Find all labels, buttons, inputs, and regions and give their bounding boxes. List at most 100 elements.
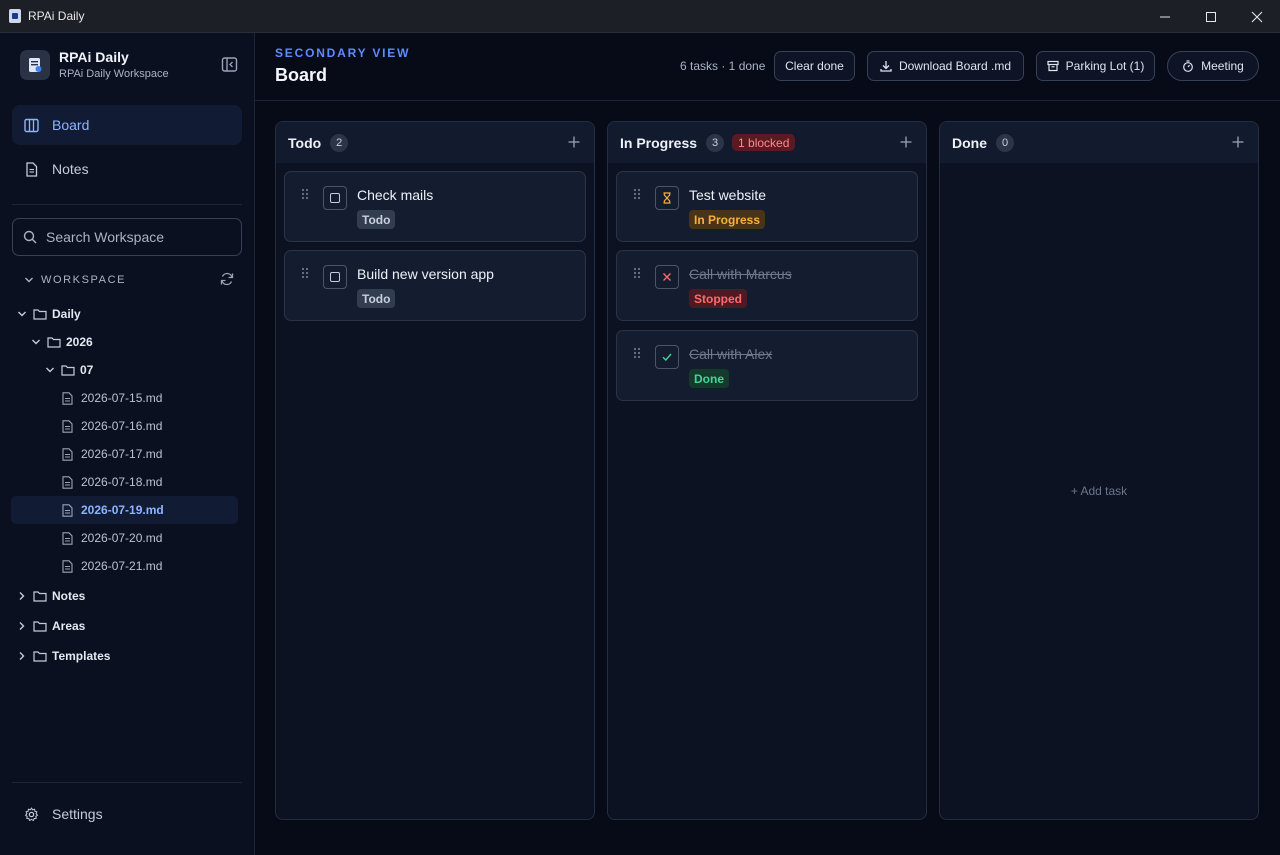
close-button[interactable]: [1234, 0, 1280, 33]
chevron-down-icon: [25, 277, 33, 283]
task-title: Test website: [689, 187, 767, 203]
tree-file[interactable]: 2026-07-17.md: [62, 441, 162, 467]
tree-folder-label: Daily: [52, 307, 81, 321]
task-card[interactable]: Call with Marcus Stopped: [616, 250, 918, 321]
tree-file[interactable]: 2026-07-20.md: [62, 525, 162, 551]
tree-file-label: 2026-07-18.md: [81, 475, 163, 489]
settings-button[interactable]: Settings: [24, 806, 103, 822]
chevron-right-icon: [19, 592, 25, 600]
chevron-down-icon: [46, 367, 54, 373]
plus-icon[interactable]: [568, 136, 580, 148]
tree-file[interactable]: 2026-07-16.md: [62, 413, 162, 439]
view-eyebrow: SECONDARY VIEW: [275, 46, 411, 60]
column-title: In Progress: [620, 134, 698, 151]
plus-icon[interactable]: [1232, 136, 1244, 148]
tree-file-label: 2026-07-21.md: [81, 559, 163, 573]
tree-folder-07[interactable]: 07: [45, 357, 93, 383]
task-checkbox[interactable]: [323, 186, 347, 210]
sidebar-divider: [12, 782, 242, 783]
parking-lot-button[interactable]: Parking Lot (1): [1036, 51, 1155, 81]
status-badge: Todo: [357, 210, 396, 229]
column-title: Todo: [288, 134, 322, 151]
task-checkbox[interactable]: [323, 265, 347, 289]
tree-file[interactable]: 2026-07-15.md: [62, 385, 162, 411]
search-input[interactable]: Search Workspace: [12, 218, 242, 256]
tree-file[interactable]: 2026-07-21.md: [62, 553, 162, 579]
brand-name: RPAi Daily: [59, 49, 129, 65]
window-titlebar: RPAi Daily: [0, 0, 1280, 33]
drag-handle-icon[interactable]: [301, 267, 309, 279]
tree-folder-daily[interactable]: Daily: [17, 301, 81, 327]
status-badge: In Progress: [689, 210, 766, 229]
task-checkbox[interactable]: [655, 186, 679, 210]
meeting-button[interactable]: Meeting: [1167, 51, 1259, 81]
nav-item-notes[interactable]: Notes: [12, 149, 242, 189]
chevron-down-icon: [18, 311, 26, 317]
brand-logo: [20, 49, 50, 80]
tree-file-selected[interactable]: 2026-07-19.md: [11, 496, 238, 524]
tree-folder-notes[interactable]: Notes: [17, 583, 85, 609]
column-title: Done: [952, 134, 987, 151]
tree-folder-label: 07: [80, 363, 94, 377]
folder-icon: [33, 591, 47, 602]
task-card[interactable]: Call with Alex Done: [616, 330, 918, 401]
minimize-button[interactable]: [1142, 0, 1188, 33]
status-badge: Stopped: [689, 289, 747, 308]
column-header: Todo 2: [276, 122, 594, 163]
window-title: RPAi Daily: [28, 9, 85, 23]
nav-item-label: Notes: [52, 161, 89, 177]
task-summary: 6 tasks · 1 done: [680, 59, 766, 73]
task-card[interactable]: Check mails Todo: [284, 171, 586, 242]
nav-item-board[interactable]: Board: [12, 105, 242, 145]
task-title: Call with Alex: [689, 346, 773, 362]
collapse-sidebar-icon[interactable]: [221, 56, 238, 73]
download-board-label: Download Board .md: [898, 59, 1012, 73]
clear-done-button[interactable]: Clear done: [774, 51, 855, 81]
folder-icon: [33, 621, 47, 632]
tree-folder-label: Notes: [52, 589, 86, 603]
x-mark-icon: [663, 273, 671, 281]
search-placeholder: Search Workspace: [46, 229, 165, 245]
status-badge: Done: [689, 369, 729, 388]
tree-folder-templates[interactable]: Templates: [17, 643, 110, 669]
nav-item-label: Board: [52, 117, 90, 133]
task-card[interactable]: Test website In Progress: [616, 171, 918, 242]
file-icon: [62, 475, 73, 489]
parking-lot-label: Parking Lot (1): [1065, 59, 1145, 73]
logo-icon: [29, 57, 42, 72]
add-task-link[interactable]: + Add task: [940, 484, 1258, 498]
maximize-button[interactable]: [1188, 0, 1234, 33]
refresh-icon[interactable]: [220, 272, 234, 286]
column-in-progress: In Progress 3 1 blocked Test website In …: [607, 121, 927, 820]
plus-icon[interactable]: [900, 136, 912, 148]
sidebar: RPAi Daily RPAi Daily Workspace Board No…: [0, 33, 255, 855]
download-board-button[interactable]: Download Board .md: [867, 51, 1024, 81]
document-icon: [26, 161, 38, 177]
workspace-header[interactable]: WORKSPACE: [24, 272, 234, 287]
checkmark-icon: [662, 353, 672, 362]
tree-file-label: 2026-07-20.md: [81, 531, 163, 545]
tree-folder-2026[interactable]: 2026: [31, 329, 93, 355]
tree-file[interactable]: 2026-07-18.md: [62, 469, 162, 495]
drag-handle-icon[interactable]: [301, 188, 309, 200]
task-checkbox[interactable]: [655, 345, 679, 369]
drag-handle-icon[interactable]: [633, 267, 641, 279]
archive-icon: [1047, 60, 1059, 72]
clear-done-label: Clear done: [785, 59, 844, 73]
file-icon: [62, 531, 73, 545]
page-title: Board: [275, 65, 328, 85]
search-icon: [23, 230, 37, 244]
drag-handle-icon[interactable]: [633, 347, 641, 359]
task-checkbox[interactable]: [655, 265, 679, 289]
chevron-right-icon: [19, 622, 25, 630]
checkbox-square-icon: [330, 193, 340, 203]
minimize-icon: [1160, 16, 1170, 17]
task-card[interactable]: Build new version app Todo: [284, 250, 586, 321]
gear-icon: [24, 806, 39, 821]
tree-folder-areas[interactable]: Areas: [17, 613, 85, 639]
file-icon: [62, 503, 73, 517]
folder-icon: [47, 337, 61, 348]
drag-handle-icon[interactable]: [633, 188, 641, 200]
tree-file-label: 2026-07-19.md: [81, 503, 164, 517]
hourglass-icon: [663, 192, 671, 204]
